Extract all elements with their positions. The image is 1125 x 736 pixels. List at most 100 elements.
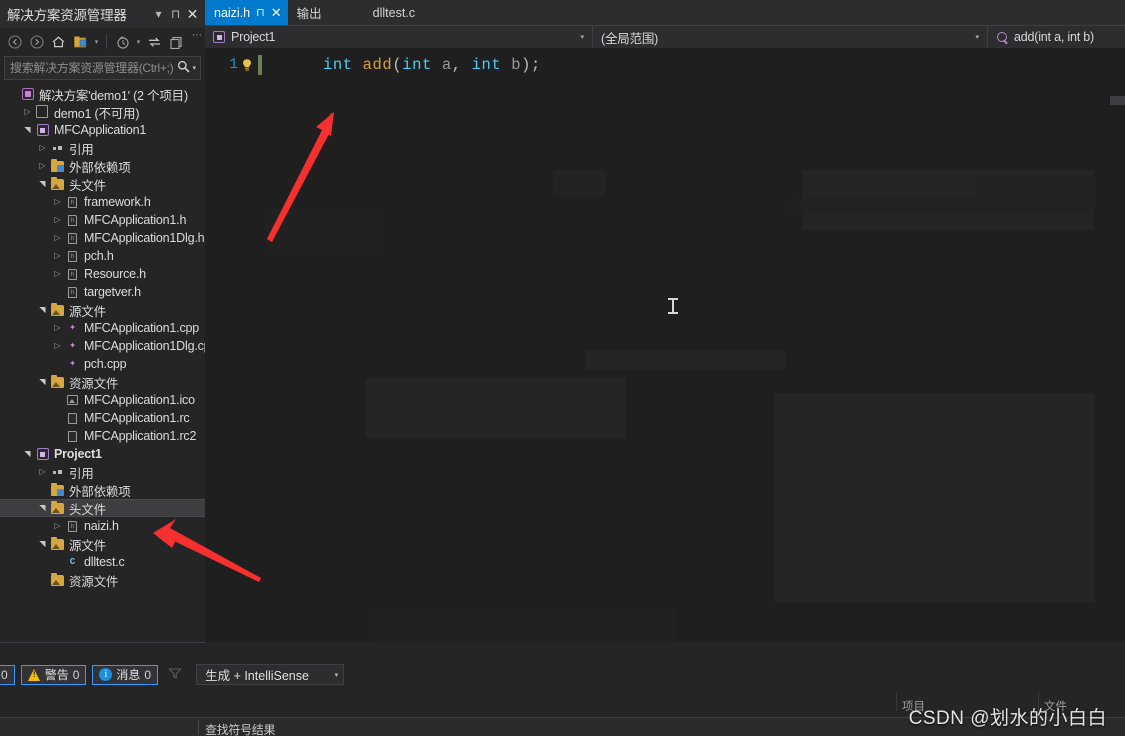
ghost-artifact (265, 208, 383, 254)
navbar-scope-combo[interactable]: (全局范围) ▾ (593, 25, 988, 49)
tree-item-mfcapplication1.cpp[interactable]: ▷ ✦ MFCApplication1.cpp (0, 319, 205, 337)
chevron-down-icon[interactable]: ◢ (38, 376, 47, 389)
chevron-right-icon[interactable]: ▷ (51, 522, 64, 530)
tree-item--[interactable]: ▷ 引用 (0, 463, 205, 481)
references-icon (49, 146, 66, 150)
chevron-down-icon[interactable]: ◢ (23, 124, 32, 137)
tree-item--demo1-2-[interactable]: 解决方案'demo1' (2 个项目) (0, 85, 205, 103)
forward-icon[interactable] (26, 31, 47, 52)
tree-item--[interactable]: ◢ 资源文件 (0, 373, 205, 391)
tree-item-targetver.h[interactable]: h targetver.h (0, 283, 205, 301)
chevron-down-icon[interactable]: ◢ (23, 448, 32, 461)
solution-tree[interactable]: 解决方案'demo1' (2 个项目) ▷ demo1 (不可用) ◢ MFCAppli… (0, 82, 205, 642)
back-icon[interactable] (4, 31, 25, 52)
status-badge-errors[interactable]: 0 (0, 664, 15, 685)
navbar-member-combo[interactable]: add(int a, int b) (988, 26, 1125, 49)
line-number: 1 (229, 57, 238, 73)
toolbar-overflow-icon[interactable]: ⋯ (192, 30, 202, 41)
filter-icon[interactable] (164, 667, 186, 683)
solution-explorer-search[interactable]: ▾ (4, 56, 201, 80)
tree-item-label: pch.cpp (84, 357, 127, 371)
tree-item-naizi.h[interactable]: ▷ h naizi.h (0, 517, 205, 535)
show-all-files-icon[interactable] (166, 31, 187, 52)
tree-item--[interactable]: ◢ 源文件 (0, 301, 205, 319)
home-icon[interactable] (48, 31, 69, 52)
cpp-file-icon: ✦ (69, 321, 76, 334)
tree-item--[interactable]: 资源文件 (0, 571, 205, 589)
search-icon[interactable] (175, 60, 192, 76)
column-divider[interactable] (896, 693, 897, 711)
navbar-project-combo[interactable]: Project1 ▾ (205, 25, 593, 49)
chevron-right-icon[interactable]: ▷ (51, 342, 64, 350)
panel-close-icon[interactable]: ✕ (184, 5, 201, 23)
resource-file-icon (64, 412, 81, 424)
tree-item-pch.h[interactable]: ▷ h pch.h (0, 247, 205, 265)
tree-item-project1[interactable]: ◢ Project1 (0, 445, 205, 463)
tab-pin-icon[interactable]: ⊓ (256, 6, 265, 19)
chevron-right-icon[interactable]: ▷ (51, 216, 64, 224)
tree-item-label: MFCApplication1Dlg.h (84, 231, 205, 245)
tree-item-mfcapplication1[interactable]: ◢ MFCApplication1 (0, 121, 205, 139)
tab-naizi-h[interactable]: naizi.h ⊓ ✕ (205, 0, 288, 25)
vertical-scrollbar-track[interactable] (1110, 105, 1125, 642)
pending-caret-icon[interactable]: ▾ (134, 38, 143, 46)
properties-caret-icon[interactable]: ▾ (92, 38, 101, 46)
chevron-down-icon[interactable]: ▾ (335, 671, 339, 679)
chevron-right-icon[interactable]: ▷ (51, 234, 64, 242)
chevron-down-icon[interactable]: ◢ (38, 502, 47, 515)
chevron-right-icon[interactable]: ▷ (36, 144, 49, 152)
tree-item-mfcapplication1dlg.h[interactable]: ▷ h MFCApplication1Dlg.h (0, 229, 205, 247)
chevron-down-icon[interactable]: ▾ (580, 33, 588, 41)
chevron-right-icon[interactable]: ▷ (51, 252, 64, 260)
tree-item-dlltest.c[interactable]: Cdlltest.c (0, 553, 205, 571)
tree-item--[interactable]: ◢ 头文件 (0, 499, 205, 517)
header-file-icon: h (64, 268, 81, 280)
chevron-right-icon[interactable]: ▷ (36, 162, 49, 170)
lightbulb-icon[interactable] (238, 58, 256, 72)
sync-icon[interactable] (144, 31, 165, 52)
build-filter-combo[interactable]: 生成 + IntelliSense ▾ (196, 664, 345, 685)
pending-changes-icon[interactable] (112, 31, 133, 52)
tab-output[interactable]: 输出 (288, 0, 328, 25)
tree-item-mfcapplication1.rc2[interactable]: MFCApplication1.rc2 (0, 427, 205, 445)
tree-item-demo1-[interactable]: ▷ demo1 (不可用) (0, 103, 205, 121)
search-options-caret-icon[interactable]: ▾ (192, 64, 198, 72)
tab-close-icon[interactable]: ✕ (271, 6, 282, 19)
chevron-right-icon[interactable]: ▷ (21, 108, 34, 116)
tree-item--[interactable]: ◢ 头文件 (0, 175, 205, 193)
chevron-down-icon[interactable]: ◢ (38, 538, 47, 551)
chevron-down-icon[interactable]: ◢ (38, 304, 47, 317)
tree-item-pch.cpp[interactable]: ✦ pch.cpp (0, 355, 205, 373)
status-badge-warnings[interactable]: 警告 0 (20, 664, 87, 685)
tree-item-mfcapplication1.h[interactable]: ▷ h MFCApplication1.h (0, 211, 205, 229)
chevron-down-icon[interactable]: ◢ (38, 178, 47, 191)
chevron-right-icon[interactable]: ▷ (36, 468, 49, 476)
panel-dropdown-icon[interactable]: ▾ (150, 5, 167, 23)
code-token-keyword-type: int (471, 56, 502, 74)
tree-item-mfcapplication1dlg.cpp[interactable]: ▷ ✦ MFCApplication1Dlg.cpp (0, 337, 205, 355)
code-token-punctuation: ( (392, 56, 403, 74)
status-badge-messages[interactable]: 消息 0 (92, 664, 159, 685)
panel-pin-icon[interactable]: ⊓ (167, 5, 184, 23)
solution-explorer-toolbar: ▾ ▾ ⋯ (0, 28, 205, 55)
chevron-right-icon[interactable]: ▷ (51, 270, 64, 278)
tree-item-resource.h[interactable]: ▷ h Resource.h (0, 265, 205, 283)
chevron-right-icon[interactable]: ▷ (51, 324, 64, 332)
tree-item-mfcapplication1.ico[interactable]: MFCApplication1.ico (0, 391, 205, 409)
search-input[interactable] (10, 61, 176, 75)
tree-item-mfcapplication1.rc[interactable]: MFCApplication1.rc (0, 409, 205, 427)
tree-item--[interactable]: ◢ 源文件 (0, 535, 205, 553)
code-editor-surface[interactable]: 1 int add(int a, int b); (205, 48, 1125, 642)
tree-item-framework.h[interactable]: ▷ h framework.h (0, 193, 205, 211)
tree-item--[interactable]: ▷ 外部依赖项 (0, 157, 205, 175)
chevron-right-icon[interactable]: ▷ (51, 198, 64, 206)
code-line-1[interactable]: int add(int a, int b); (323, 55, 541, 75)
chevron-down-icon[interactable]: ▾ (975, 33, 983, 41)
vertical-scrollbar-thumb[interactable] (1110, 96, 1125, 105)
properties-window-icon[interactable] (70, 31, 91, 52)
folder-filter-icon (49, 572, 66, 586)
editor-gutter: 1 (205, 55, 262, 75)
tree-item--[interactable]: ▷ 引用 (0, 139, 205, 157)
tab-dlltest-c[interactable]: dlltest.c (364, 0, 421, 25)
tree-item--[interactable]: 外部依赖项 (0, 481, 205, 499)
